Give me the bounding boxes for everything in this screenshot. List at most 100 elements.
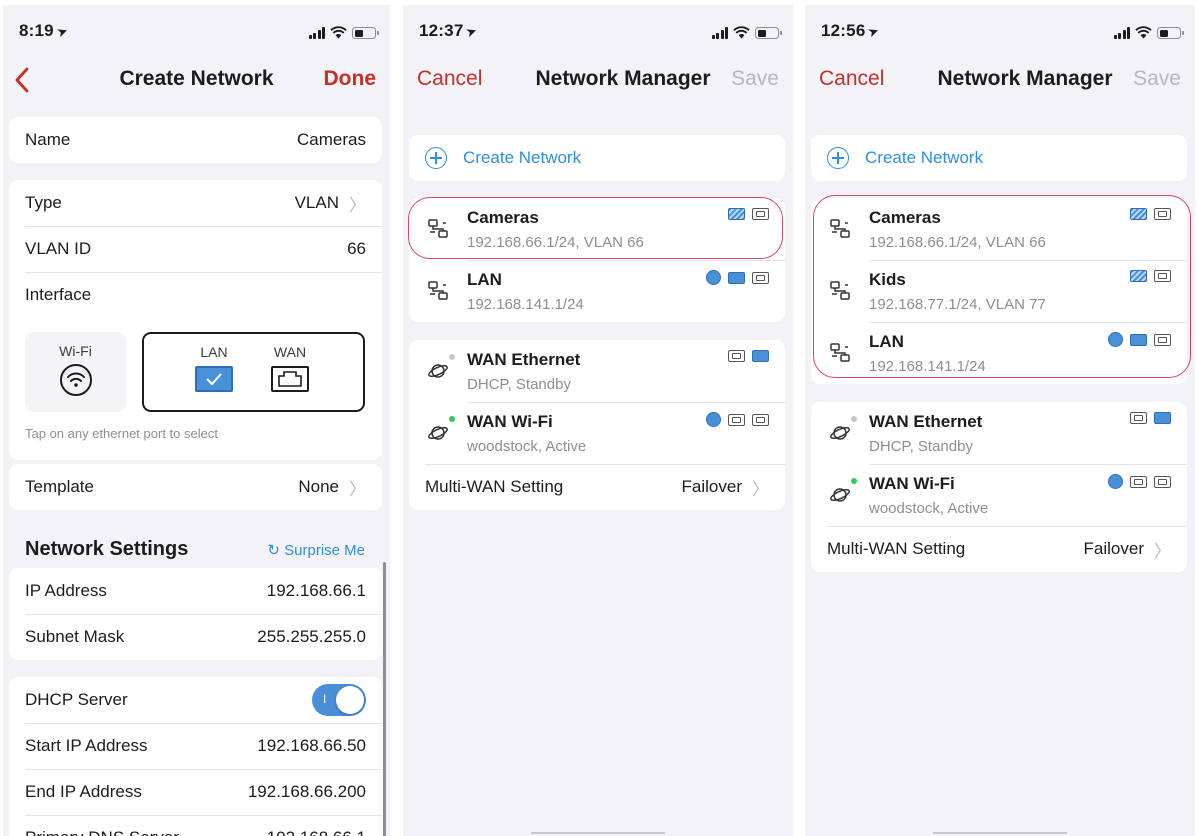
checkmark-icon <box>195 366 233 392</box>
port-badges <box>1130 270 1171 282</box>
chevron-right-icon: 〉 <box>752 479 769 499</box>
network-icon <box>830 219 850 238</box>
port-badges <box>1108 474 1171 489</box>
wan-card: WAN Ethernet DHCP, Standby WAN Wi-Fi woo… <box>811 402 1187 572</box>
scrollbar[interactable] <box>383 562 386 836</box>
create-network-screen: 8:19➤ Create Network Done Name Cameras T… <box>3 5 390 836</box>
ethernet-ports-group: LAN WAN <box>142 332 365 412</box>
chevron-right-icon: 〉 <box>1154 541 1171 561</box>
ethernet-port-icon <box>1154 270 1171 282</box>
port-badges <box>728 350 769 362</box>
network-row-kids[interactable]: Kids 192.168.77.1/24, VLAN 77 <box>811 260 1187 322</box>
network-row-cameras[interactable]: Cameras 192.168.66.1/24, VLAN 66 <box>409 198 785 260</box>
name-card: Name Cameras <box>9 117 382 163</box>
networks-card: Cameras 192.168.66.1/24, VLAN 66 Kids 19… <box>811 198 1187 384</box>
wifi-port-icon <box>706 270 721 285</box>
status-bar: 8:19➤ <box>3 5 390 51</box>
ethernet-port-icon <box>1154 333 1171 346</box>
status-dot <box>449 416 455 422</box>
ethernet-port-icon <box>728 350 745 362</box>
wan-card: WAN Ethernet DHCP, Standby WAN Wi-Fi woo… <box>409 340 785 510</box>
network-row-lan[interactable]: LAN 192.168.141.1/24 <box>409 260 785 322</box>
interface-hint: Tap on any ethernet port to select <box>25 426 218 441</box>
status-dot <box>851 416 857 422</box>
create-network-card: Create Network <box>811 135 1187 181</box>
chevron-right-icon: 〉 <box>349 479 366 499</box>
wifi-status-icon <box>1135 26 1152 39</box>
ip-address-row[interactable]: IP Address 192.168.66.1 <box>9 568 382 614</box>
networks-card: Cameras 192.168.66.1/24, VLAN 66 LAN 192… <box>409 198 785 322</box>
battery-icon <box>755 27 782 39</box>
lan-port[interactable]: LAN <box>184 344 244 392</box>
network-row-cameras[interactable]: Cameras 192.168.66.1/24, VLAN 66 <box>811 198 1187 260</box>
port-badges <box>1130 208 1171 220</box>
name-value[interactable]: Cameras <box>297 130 366 150</box>
wan-row-ethernet[interactable]: WAN Ethernet DHCP, Standby <box>811 402 1187 464</box>
port-badges <box>706 270 769 285</box>
wan-port[interactable]: WAN <box>260 344 320 392</box>
surprise-me-button[interactable]: ↻ Surprise Me <box>267 541 365 559</box>
wifi-interface-option[interactable]: Wi-Fi <box>25 332 126 412</box>
status-bar: 12:37➤ <box>403 5 793 51</box>
home-indicator <box>531 832 665 834</box>
vlan-id-value[interactable]: 66 <box>347 239 366 259</box>
interface-picker: Wi-Fi LAN WAN <box>9 318 382 418</box>
wan-row-wifi[interactable]: WAN Wi-Fi woodstock, Active <box>409 402 785 464</box>
status-bar: 12:56➤ <box>805 5 1195 51</box>
vlan-id-row[interactable]: VLAN ID 66 <box>9 226 382 272</box>
signal-icon <box>1113 27 1130 39</box>
network-row-lan[interactable]: LAN 192.168.141.1/24 <box>811 322 1187 384</box>
network-icon <box>428 219 448 238</box>
vlan-port-icon <box>1130 270 1147 282</box>
home-indicator <box>933 832 1067 834</box>
template-card: Template None 〉 <box>9 464 382 510</box>
status-time: 12:56➤ <box>821 21 882 41</box>
location-arrow-icon: ➤ <box>54 22 70 41</box>
wifi-port-icon <box>706 412 721 427</box>
start-ip-row[interactable]: Start IP Address 192.168.66.50 <box>9 723 382 769</box>
nav-bar: Cancel Network Manager Save <box>403 55 793 101</box>
network-manager-screen-2: 12:56➤ Cancel Network Manager Save Creat… <box>805 5 1195 836</box>
ethernet-port-icon <box>752 271 769 284</box>
dhcp-server-toggle[interactable]: I <box>312 684 366 716</box>
location-arrow-icon: ➤ <box>866 22 882 41</box>
vlan-port-icon <box>728 208 745 220</box>
type-row[interactable]: Type VLAN 〉 <box>9 180 382 226</box>
status-dot <box>851 478 857 484</box>
subnet-mask-row[interactable]: Subnet Mask 255.255.255.0 <box>9 614 382 660</box>
save-button[interactable]: Save <box>731 67 779 91</box>
type-card: Type VLAN 〉 VLAN ID 66 Interface Wi-Fi L… <box>9 180 382 460</box>
create-network-card: Create Network <box>409 135 785 181</box>
nav-bar: Create Network Done <box>3 55 390 101</box>
ethernet-port-icon <box>1130 412 1147 424</box>
ethernet-port-icon <box>1130 475 1147 488</box>
network-icon <box>428 281 448 300</box>
ethernet-port-icon <box>728 413 745 426</box>
network-settings-heading: Network Settings <box>25 538 189 560</box>
template-value: None <box>298 477 339 496</box>
wan-row-ethernet[interactable]: WAN Ethernet DHCP, Standby <box>409 340 785 402</box>
wifi-status-icon <box>733 26 750 39</box>
vlan-port-icon <box>1130 208 1147 220</box>
template-row[interactable]: Template None 〉 <box>9 464 382 510</box>
wifi-status-icon <box>330 26 347 39</box>
ethernet-port-icon <box>752 413 769 426</box>
wan-port-icon <box>1154 412 1171 424</box>
wan-row-wifi[interactable]: WAN Wi-Fi woodstock, Active <box>811 464 1187 526</box>
lan-port-icon <box>1130 333 1147 346</box>
planet-icon <box>830 488 850 502</box>
battery-icon <box>1157 27 1184 39</box>
save-button[interactable]: Save <box>1133 67 1181 91</box>
multi-wan-setting-row[interactable]: Multi-WAN Setting Failover 〉 <box>811 526 1187 572</box>
ethernet-port-icon <box>271 366 309 392</box>
multi-wan-setting-row[interactable]: Multi-WAN Setting Failover 〉 <box>409 464 785 510</box>
status-icons <box>1113 25 1184 39</box>
wan-port-icon <box>752 350 769 362</box>
end-ip-row[interactable]: End IP Address 192.168.66.200 <box>9 769 382 815</box>
create-network-button[interactable]: Create Network <box>409 135 785 181</box>
create-network-button[interactable]: Create Network <box>811 135 1187 181</box>
name-row[interactable]: Name Cameras <box>9 117 382 163</box>
primary-dns-row[interactable]: Primary DNS Server 192.168.66.1 <box>9 815 382 836</box>
done-button[interactable]: Done <box>324 67 377 91</box>
port-badges <box>728 208 769 220</box>
